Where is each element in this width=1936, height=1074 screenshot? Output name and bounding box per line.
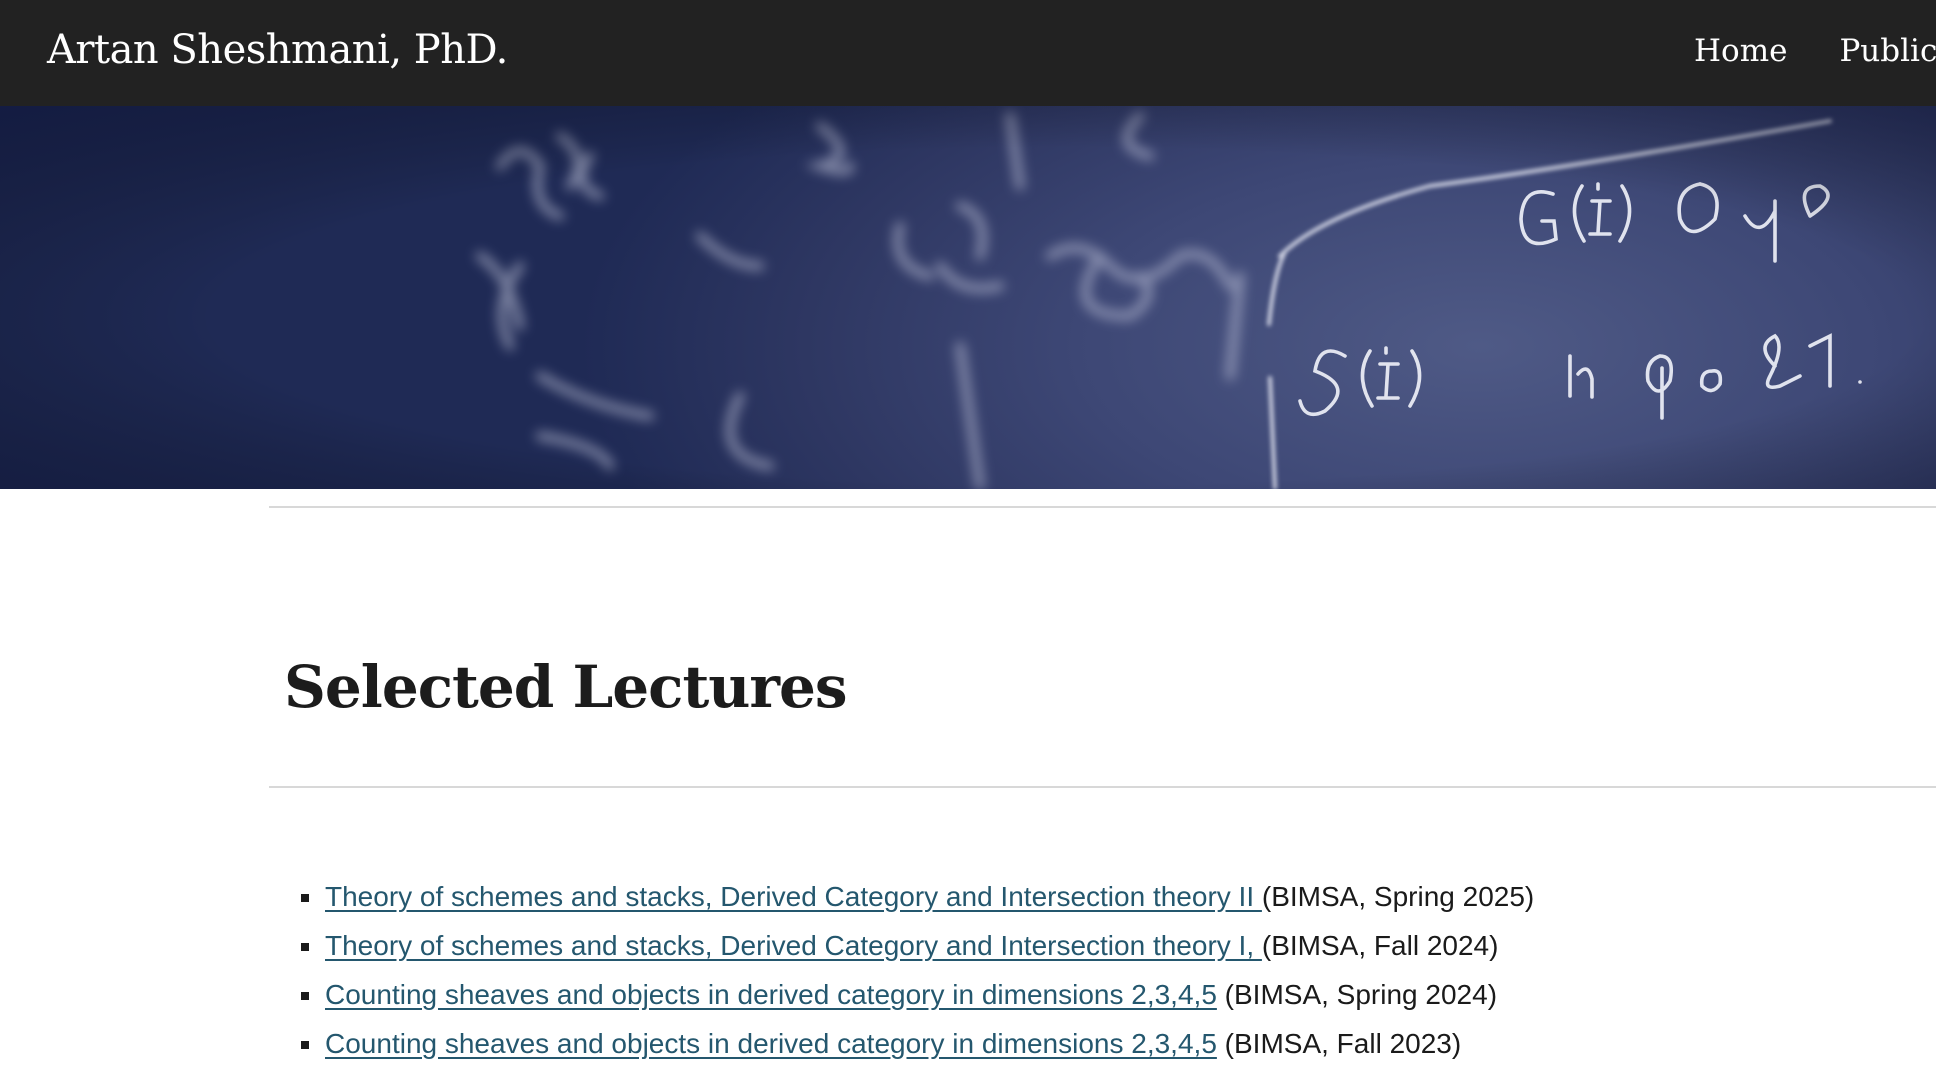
list-item: Counting sheaves and objects in derived …	[300, 1019, 1534, 1068]
list-item: Theory of schemes and stacks, Derived Ca…	[300, 872, 1534, 921]
hero-banner-image	[0, 106, 1936, 489]
list-item: Counting sheaves and objects in derived …	[300, 970, 1534, 1019]
lecture-detail: (BIMSA, Fall 2023)	[1216, 1028, 1462, 1059]
bullet-icon	[301, 894, 309, 902]
lecture-detail: (BIMSA, Spring 2025)	[1261, 881, 1535, 912]
lecture-link[interactable]: Counting sheaves and objects in derived …	[325, 979, 1217, 1010]
bullet-icon	[301, 1041, 309, 1049]
bullet-icon	[301, 943, 309, 951]
bullet-icon	[301, 992, 309, 1000]
lecture-detail: (BIMSA, Fall 2024)	[1261, 930, 1499, 961]
divider-top	[269, 506, 1936, 508]
lecture-list: Theory of schemes and stacks, Derived Ca…	[300, 872, 1534, 1068]
nav-item-home[interactable]: Home	[1694, 28, 1787, 74]
lecture-link[interactable]: Theory of schemes and stacks, Derived Ca…	[325, 881, 1262, 912]
list-item: Theory of schemes and stacks, Derived Ca…	[300, 921, 1534, 970]
lecture-link[interactable]: Theory of schemes and stacks, Derived Ca…	[325, 930, 1262, 961]
chalkboard-graphic	[0, 106, 1936, 489]
site-title[interactable]: Artan Sheshmani, PhD.	[47, 24, 508, 76]
nav-item-publications[interactable]: Publica	[1839, 28, 1936, 74]
page-title: Selected Lectures	[284, 652, 848, 721]
nav-menu: Home Publica	[1694, 28, 1936, 74]
divider-bottom	[269, 786, 1936, 788]
lecture-link[interactable]: Counting sheaves and objects in derived …	[325, 1028, 1217, 1059]
lecture-detail: (BIMSA, Spring 2024)	[1216, 979, 1498, 1010]
top-navbar: Artan Sheshmani, PhD. Home Publica	[0, 0, 1936, 106]
